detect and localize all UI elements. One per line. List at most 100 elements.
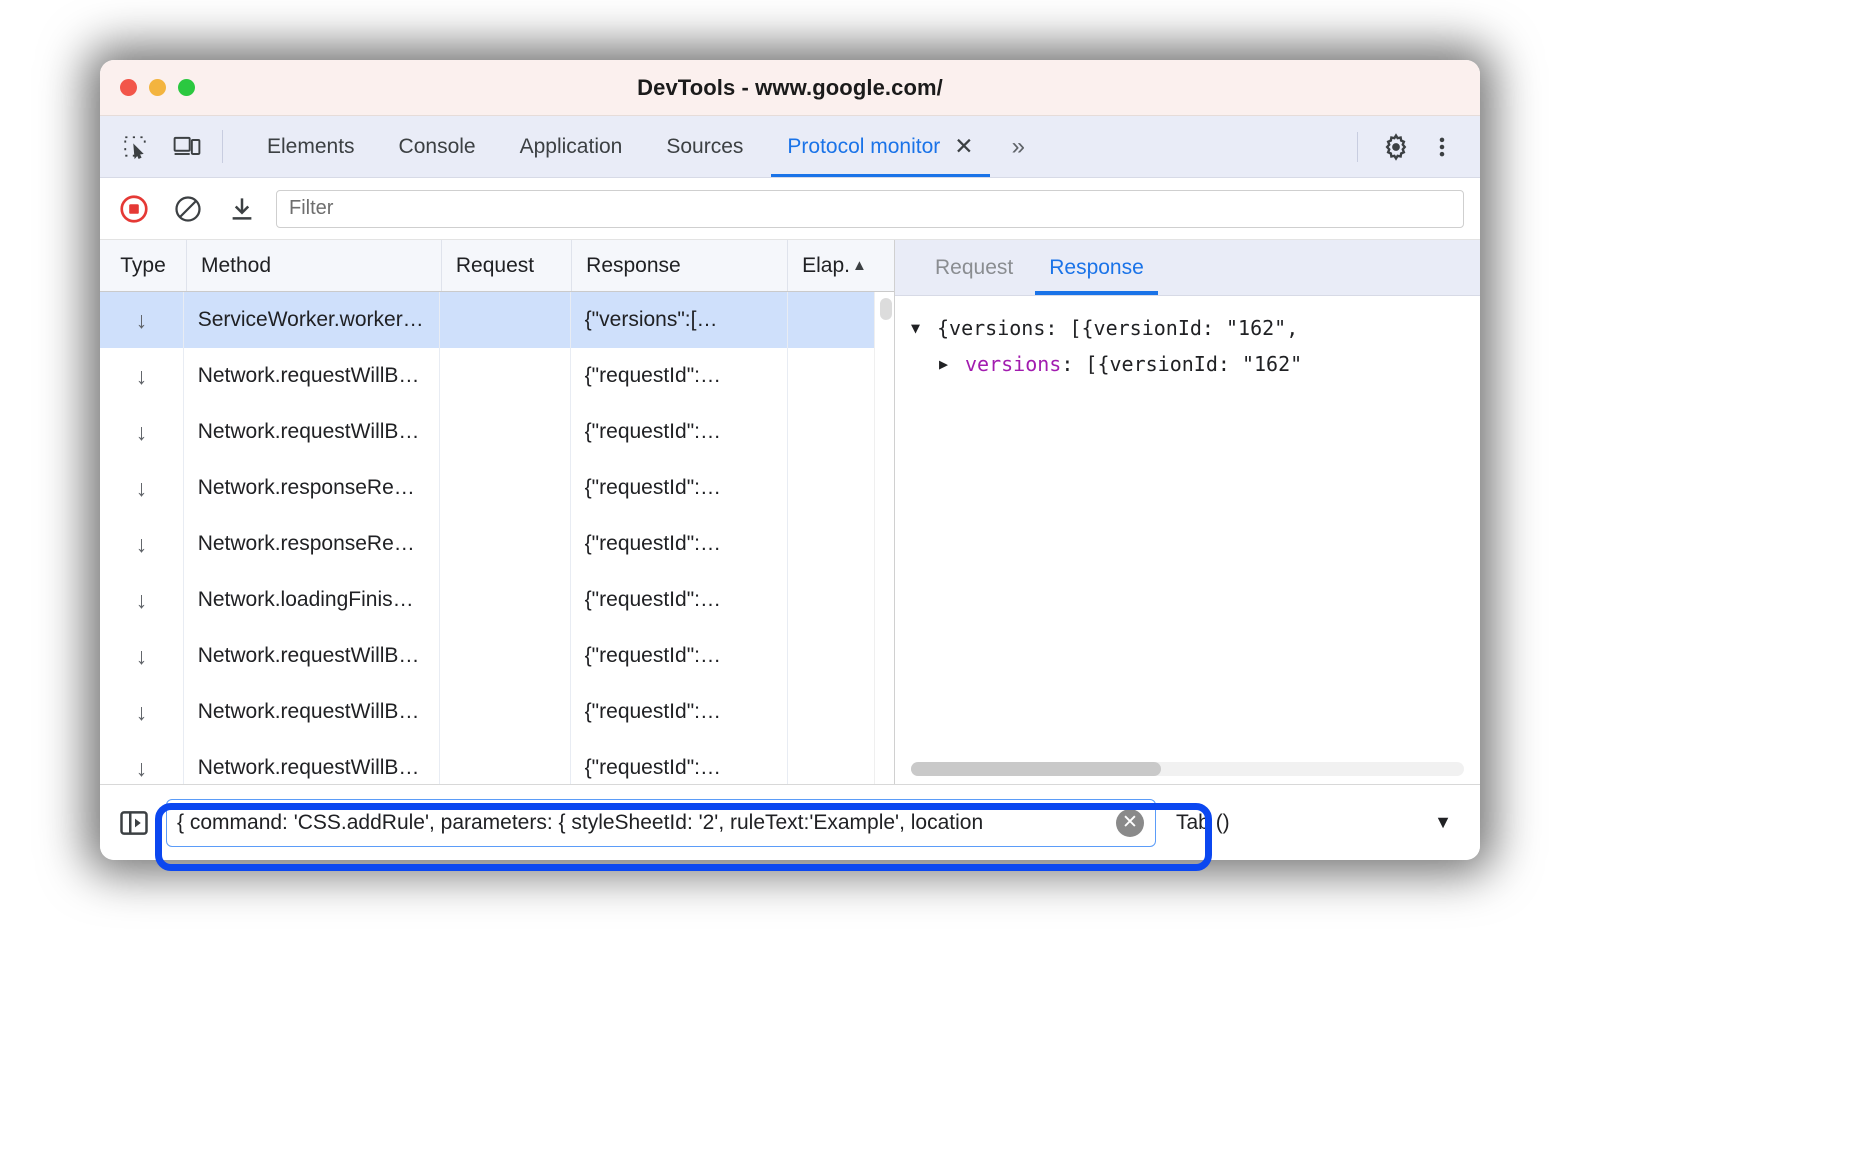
download-icon[interactable]	[222, 189, 262, 229]
tab-label: Elements	[267, 135, 355, 159]
tab-console[interactable]: Console	[377, 116, 498, 177]
table-row[interactable]: ↓Network.responseRe…{"requestId":…	[100, 460, 894, 516]
json-root-line[interactable]: ▼ {versions: [{versionId: "162",	[911, 310, 1480, 346]
table-row[interactable]: ↓Network.requestWillB…{"requestId":…	[100, 740, 894, 784]
cell-response: {"requestId":…	[571, 628, 788, 684]
protocol-monitor-toolbar	[100, 178, 1480, 240]
cell-response: {"requestId":…	[571, 348, 788, 404]
detail-tabs: Request Response	[895, 240, 1480, 296]
cell-response: {"versions":[…	[571, 292, 788, 348]
record-stop-icon[interactable]	[114, 189, 154, 229]
device-toolbar-icon[interactable]	[168, 128, 206, 166]
maximize-window-button[interactable]	[178, 79, 195, 96]
tab-protocol-monitor[interactable]: Protocol monitor ✕	[765, 116, 995, 177]
table-row[interactable]: ↓Network.loadingFinis…{"requestId":…	[100, 572, 894, 628]
cell-type: ↓	[100, 348, 184, 404]
command-bar: ✕ Tab () ▼	[100, 784, 1480, 860]
command-input-wrapper: ✕	[166, 799, 1156, 847]
collapse-triangle-icon[interactable]: ▶	[939, 355, 959, 373]
cell-request	[440, 460, 571, 516]
table-body: ↓ServiceWorker.worker…{"versions":[…↓Net…	[100, 292, 894, 784]
list-vertical-scrollbar[interactable]	[874, 292, 894, 784]
tab-label: Sources	[666, 135, 743, 159]
cell-type: ↓	[100, 684, 184, 740]
tab-sources[interactable]: Sources	[644, 116, 765, 177]
close-window-button[interactable]	[120, 79, 137, 96]
cell-method: Network.requestWillB…	[184, 684, 440, 740]
cell-request	[440, 516, 571, 572]
detail-tab-label: Response	[1049, 256, 1144, 280]
table-row[interactable]: ↓ServiceWorker.worker…{"versions":[…	[100, 292, 894, 348]
expand-triangle-icon[interactable]: ▼	[911, 319, 931, 337]
table-row[interactable]: ↓Network.requestWillB… {"requestId":…	[100, 404, 894, 460]
cell-response: {"requestId":…	[571, 572, 788, 628]
filter-input[interactable]	[276, 190, 1464, 228]
detail-json-viewer: ▼ {versions: [{versionId: "162", ▶ versi…	[895, 296, 1480, 784]
devtools-window: DevTools - www.google.com/	[100, 60, 1480, 860]
cell-type: ↓	[100, 516, 184, 572]
column-header-method[interactable]: Method	[187, 240, 442, 291]
tab-elements[interactable]: Elements	[245, 116, 377, 177]
traffic-lights	[100, 79, 195, 96]
cell-request	[440, 572, 571, 628]
cell-method: Network.requestWillB…	[184, 628, 440, 684]
cell-request	[440, 404, 571, 460]
column-header-request[interactable]: Request	[442, 240, 572, 291]
tabstrip-right-icons	[1357, 116, 1480, 177]
protocol-message-list: Type Method Request Response Elap. ▲ ↓Se…	[100, 240, 895, 784]
table-row[interactable]: ↓Network.requestWillB… {"requestId":…	[100, 348, 894, 404]
clear-icon[interactable]	[168, 189, 208, 229]
detail-tab-label: Request	[935, 256, 1013, 280]
cell-response: {"requestId":…	[571, 460, 788, 516]
tabstrip-left-icons	[100, 116, 245, 177]
column-header-elapsed[interactable]: Elap. ▲	[788, 240, 894, 291]
scrollbar-thumb[interactable]	[911, 762, 1161, 776]
more-tabs-icon[interactable]: »	[996, 116, 1038, 177]
cell-method: Network.loadingFinis…	[184, 572, 440, 628]
sort-ascending-icon: ▲	[852, 258, 867, 273]
tab-application[interactable]: Application	[498, 116, 645, 177]
cdp-command-input[interactable]	[166, 799, 1156, 847]
table-row[interactable]: ↓Network.requestWillB…{"requestId":…	[100, 684, 894, 740]
cell-response: {"requestId":…	[571, 740, 788, 784]
cell-type: ↓	[100, 404, 184, 460]
chevron-down-icon: ▼	[1434, 812, 1452, 833]
message-detail-pane: Request Response ▼ {versions: [{versionI…	[895, 240, 1480, 784]
show-drawer-icon[interactable]	[112, 801, 156, 845]
close-icon[interactable]: ✕	[954, 135, 973, 158]
kebab-menu-icon[interactable]	[1422, 127, 1462, 167]
panel-tabs: Elements Console Application Sources Pro…	[245, 116, 1038, 177]
table-row[interactable]: ↓Network.responseRe…{"requestId":…	[100, 516, 894, 572]
cell-type: ↓	[100, 292, 184, 348]
tab-response[interactable]: Response	[1031, 240, 1162, 295]
cell-method: Network.requestWillB…	[184, 404, 440, 460]
scrollbar-thumb[interactable]	[880, 298, 892, 320]
column-header-elapsed-label: Elap.	[802, 254, 850, 278]
target-selector[interactable]: Tab () ▼	[1166, 799, 1466, 847]
cell-request	[440, 740, 571, 784]
target-selector-label: Tab ()	[1176, 811, 1230, 835]
clear-input-icon[interactable]: ✕	[1116, 809, 1144, 837]
column-header-response[interactable]: Response	[572, 240, 788, 291]
json-child-line[interactable]: ▶ versions : [{versionId: "162"	[911, 346, 1480, 382]
table-row[interactable]: ↓Network.requestWillB… {"requestId":…	[100, 628, 894, 684]
window-title: DevTools - www.google.com/	[100, 75, 1480, 101]
tab-request[interactable]: Request	[917, 240, 1031, 295]
inspect-element-icon[interactable]	[116, 128, 154, 166]
cell-request	[440, 684, 571, 740]
gear-icon[interactable]	[1376, 127, 1416, 167]
cell-type: ↓	[100, 628, 184, 684]
cell-method: Network.requestWillB…	[184, 740, 440, 784]
minimize-window-button[interactable]	[149, 79, 166, 96]
json-root-text: {versions: [{versionId: "162",	[937, 316, 1298, 340]
column-header-type[interactable]: Type	[100, 240, 187, 291]
cell-method: Network.requestWillB…	[184, 348, 440, 404]
cell-method: Network.responseRe…	[184, 516, 440, 572]
screenshot-root: DevTools - www.google.com/	[0, 0, 1856, 1170]
cell-response: {"requestId":…	[571, 404, 788, 460]
table-header-row: Type Method Request Response Elap. ▲	[100, 240, 894, 292]
json-value-text: : [{versionId: "162"	[1061, 352, 1302, 376]
detail-horizontal-scrollbar[interactable]	[911, 762, 1464, 776]
cell-request	[440, 348, 571, 404]
toolbar-divider-right	[1357, 132, 1358, 162]
